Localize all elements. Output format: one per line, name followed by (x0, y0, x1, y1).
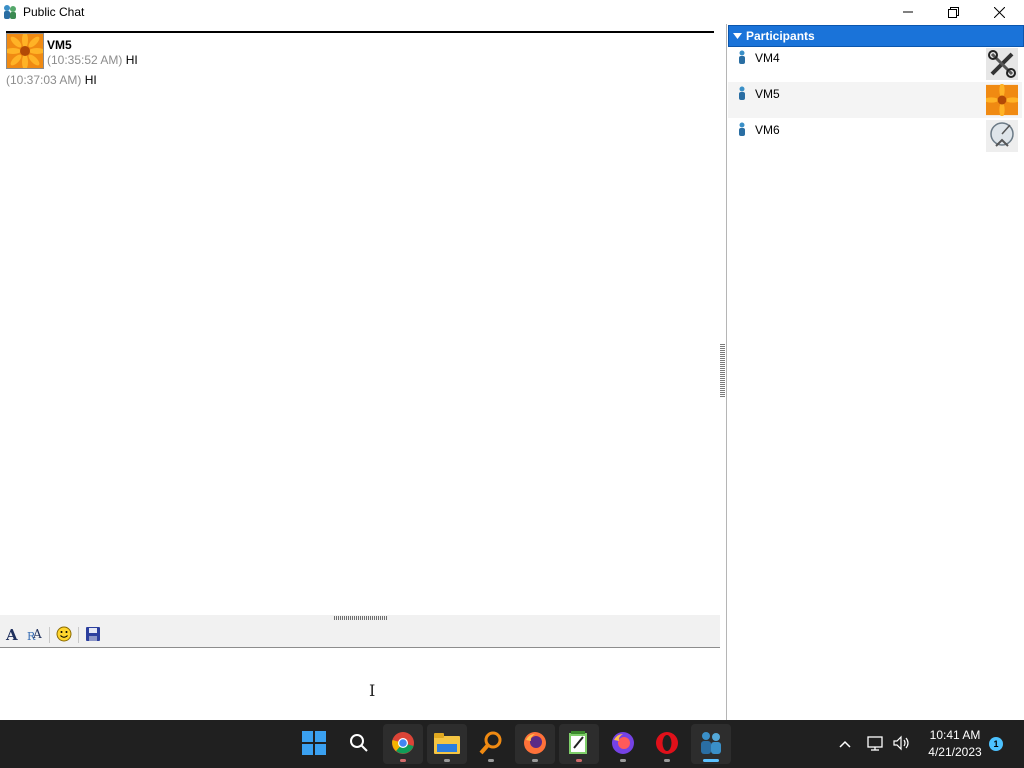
horizontal-splitter-handle[interactable] (334, 616, 388, 620)
active-indicator (703, 759, 719, 762)
show-hidden-icons-button[interactable] (834, 720, 856, 768)
orange-flower-avatar (986, 84, 1018, 116)
toolbar-separator (49, 627, 50, 643)
clock[interactable]: 10:41 AM 4/21/2023 (920, 727, 990, 761)
magnifier-taskbar-button[interactable] (471, 724, 511, 764)
minimize-button[interactable] (885, 0, 931, 24)
opera-icon (655, 731, 679, 758)
font-button[interactable]: A (3, 625, 23, 645)
firefox-icon (523, 731, 547, 758)
firefox-developer-icon (611, 731, 635, 758)
message-line: (10:35:52 AM) HI (47, 53, 138, 67)
transcript-top-rule (6, 31, 714, 33)
running-indicator (400, 759, 406, 762)
close-button[interactable] (976, 0, 1022, 24)
taskbar: 10:41 AM 4/21/2023 (0, 720, 1024, 768)
tools-avatar (986, 48, 1018, 80)
volume-button[interactable] (890, 720, 914, 768)
file-explorer-icon (434, 732, 460, 757)
running-indicator (664, 759, 670, 762)
sender-avatar (6, 33, 44, 69)
file-explorer-taskbar-button[interactable] (427, 724, 467, 764)
emoticon-icon (56, 626, 72, 645)
user-icon (738, 86, 746, 103)
toolbar-separator (78, 627, 79, 643)
title-bar: Public Chat (0, 0, 1024, 24)
participant-item[interactable]: VM4 (728, 46, 1022, 82)
message-timestamp: (10:35:52 AM) (47, 53, 123, 67)
running-indicator (576, 759, 582, 762)
running-indicator (444, 759, 450, 762)
chat-transcript[interactable]: VM5 (10:35:52 AM) HI (10:37:03 AM) HI (0, 24, 720, 615)
text-cursor-icon: I (369, 681, 376, 700)
notepad-icon (568, 730, 590, 758)
participant-name: VM4 (755, 51, 780, 65)
participants-header[interactable]: Participants (728, 25, 1024, 47)
participant-name: VM6 (755, 123, 780, 137)
font-color-icon: RA (26, 626, 44, 645)
satellite-dish-avatar (986, 120, 1018, 152)
firefox-developer-taskbar-button[interactable] (603, 724, 643, 764)
opera-taskbar-button[interactable] (647, 724, 687, 764)
panel-divider (726, 24, 727, 720)
participant-item[interactable]: VM5 (728, 82, 1022, 118)
minimize-icon (903, 7, 913, 17)
user-pair-icon (3, 4, 17, 20)
participant-name: VM5 (755, 87, 780, 101)
font-color-button[interactable]: RA (25, 625, 45, 645)
collapse-triangle-icon (733, 30, 742, 44)
chrome-taskbar-button[interactable] (383, 724, 423, 764)
message-input[interactable] (0, 648, 720, 720)
clock-date: 4/21/2023 (928, 745, 982, 759)
window-title: Public Chat (23, 5, 85, 19)
message-line: (10:37:03 AM) HI (6, 73, 97, 87)
running-indicator (532, 759, 538, 762)
participants-panel: Participants VM4 VM5 VM6 (728, 24, 1024, 720)
formatting-toolbar: A RA (0, 622, 720, 648)
magnifier-search-icon (479, 731, 503, 758)
message-text: HI (125, 53, 138, 67)
close-icon (993, 6, 1005, 18)
start-button[interactable] (294, 724, 334, 764)
clock-time: 10:41 AM (929, 728, 981, 742)
notification-badge[interactable]: 1 (989, 737, 1003, 751)
volume-icon (893, 735, 911, 754)
running-indicator (620, 759, 626, 762)
participants-header-label: Participants (746, 29, 815, 43)
participant-item[interactable]: VM6 (728, 118, 1022, 154)
search-icon (349, 733, 369, 756)
maximize-button[interactable] (930, 0, 976, 24)
save-icon (86, 626, 100, 644)
search-button[interactable] (339, 724, 379, 764)
message-timestamp: (10:37:03 AM) (6, 73, 82, 87)
save-button[interactable] (83, 625, 103, 645)
chevron-up-icon (839, 737, 851, 751)
user-icon (738, 50, 746, 67)
running-indicator (488, 759, 494, 762)
user-icon (738, 122, 746, 139)
network-button[interactable] (864, 720, 888, 768)
notepad-taskbar-button[interactable] (559, 724, 599, 764)
svg-text:A: A (32, 627, 42, 641)
message-sender: VM5 (47, 38, 72, 52)
start-icon (302, 730, 326, 758)
restore-icon (947, 6, 959, 18)
chat-app-icon (700, 731, 722, 758)
firefox-taskbar-button[interactable] (515, 724, 555, 764)
vertical-splitter-handle[interactable] (720, 344, 725, 398)
orange-flower-avatar (7, 34, 43, 68)
emoticon-button[interactable] (54, 625, 74, 645)
svg-text:A: A (5, 626, 18, 642)
network-icon (867, 735, 885, 754)
chrome-icon (391, 731, 415, 758)
font-icon: A (5, 626, 21, 645)
message-text: HI (84, 73, 97, 87)
chat-app-taskbar-button[interactable] (691, 724, 731, 764)
